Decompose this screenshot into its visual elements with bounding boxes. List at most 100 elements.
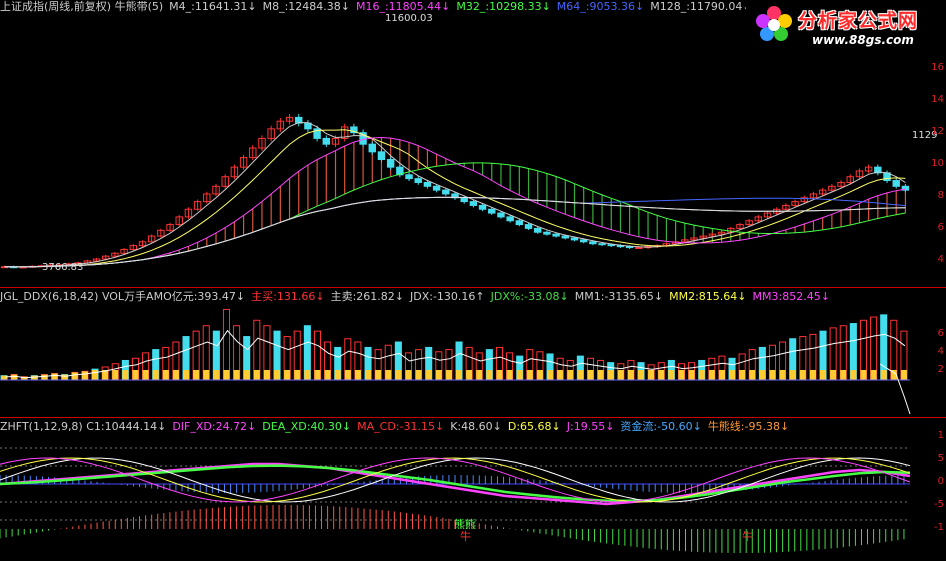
volume-chart[interactable] — [0, 304, 930, 416]
ma-line-m64 — [4, 196, 906, 268]
volume-bar-inner — [617, 370, 624, 380]
volume-bar-inner — [344, 370, 351, 380]
volume-bar-inner — [536, 370, 543, 380]
volume-bar-inner — [496, 370, 503, 380]
volume-bar-inner — [718, 370, 725, 380]
price-chart[interactable] — [0, 14, 930, 282]
volume-bar-inner — [779, 370, 786, 380]
candle-body — [561, 235, 570, 239]
candle-body — [506, 216, 514, 222]
volume-bar-inner — [809, 370, 816, 380]
volume-bar-inner — [61, 374, 68, 380]
volume-bar-inner — [456, 370, 463, 380]
volume-bar-inner — [627, 370, 634, 380]
high-price-label: 11600.03 — [385, 13, 433, 24]
price-header-item: M64_:9053.36↓ — [556, 0, 645, 13]
indicator-line-dea_xd — [0, 464, 911, 503]
volume-bar-inner — [799, 370, 806, 380]
volume-bar-inner — [193, 370, 200, 380]
candle-body — [386, 158, 395, 168]
candle-body — [607, 244, 615, 247]
volume-bar-inner — [435, 370, 442, 380]
volume-bar-inner — [41, 374, 48, 380]
volume-header-item: MM3:852.45↓ — [752, 290, 830, 303]
candle-body — [515, 220, 524, 226]
volume-bar-inner — [820, 370, 827, 380]
volume-bar-inner — [557, 370, 564, 380]
price-axis-tick: 16 — [931, 62, 944, 73]
ma-line-m128 — [4, 196, 906, 268]
volume-bar-inner — [840, 370, 847, 380]
volume-bar-inner — [486, 370, 493, 380]
volume-bar-inner — [405, 370, 412, 380]
volume-bar-inner — [415, 370, 422, 380]
candle-body — [322, 137, 331, 145]
volume-bar-inner — [638, 370, 645, 380]
volume-bar-inner — [789, 370, 796, 380]
volume-header-item: 主买:131.66↓ — [251, 290, 325, 303]
volume-bar-inner — [334, 370, 341, 380]
price-axis-tick: 10 — [931, 158, 944, 169]
volume-bar-inner — [324, 370, 331, 380]
volume-bar-inner — [354, 370, 361, 380]
candle-body — [414, 178, 422, 183]
bull-signal-label-2: 牛 — [742, 530, 753, 543]
volume-bar-inner — [112, 370, 119, 380]
indicator-header: ZHFT(1,12,9,8) C1:10444.14↓ DIF_XD:24.72↓… — [0, 420, 795, 434]
volume-bar-inner — [577, 370, 584, 380]
volume-bar-inner — [142, 370, 149, 380]
price-axis-tick: 8 — [937, 190, 944, 201]
candle-body — [405, 174, 413, 180]
volume-header-item: MM2:815.64↓ — [669, 290, 747, 303]
ma-line-m256 — [4, 196, 906, 268]
candle-body — [442, 189, 450, 195]
candle-body — [589, 241, 597, 245]
volume-bar-inner — [284, 370, 291, 380]
volume-bar-inner — [678, 370, 685, 380]
divider-1 — [0, 287, 946, 288]
volume-bar-inner — [607, 370, 614, 380]
price-header-item: M16_:11805.44↓ — [355, 0, 451, 13]
candle-body — [478, 204, 487, 210]
volume-bar-inner — [51, 373, 58, 380]
volume-bar-inner — [314, 370, 321, 380]
volume-bar-inner — [31, 375, 38, 380]
low-price-label: 3766.83 — [42, 262, 84, 273]
volume-bar-inner — [294, 370, 301, 380]
volume-bar-inner — [92, 370, 99, 380]
volume-axis-tick: 6 — [937, 328, 944, 339]
divider-2 — [0, 417, 946, 418]
volume-bar-inner — [759, 370, 766, 380]
volume-bar-inner — [395, 370, 402, 380]
price-axis-tick: 14 — [931, 94, 944, 105]
volume-bar-inner — [425, 370, 432, 380]
volume-bar-inner — [203, 370, 210, 380]
volume-bar-inner — [445, 370, 452, 380]
volume-bar-inner — [132, 370, 139, 380]
volume-header-item: JDX%:-33.08↓ — [490, 290, 569, 303]
volume-bar-inner — [526, 370, 533, 380]
volume-bar-inner — [263, 370, 270, 380]
volume-bar-inner — [71, 372, 78, 380]
candle-body — [460, 197, 468, 203]
volume-bar-inner — [1, 375, 8, 380]
indicator-header-item: 资金流:-50.60↓ — [620, 420, 702, 433]
volume-bar-inner — [304, 370, 311, 380]
volume-header-item: MM1:-3135.65↓ — [574, 290, 664, 303]
volume-bar-inner — [122, 370, 129, 380]
volume-bar-inner — [506, 370, 513, 380]
volume-bar-inner — [769, 370, 776, 380]
price-header-item: M32_:10298.33↓ — [456, 0, 551, 13]
indicator-header-item: K:48.60↓ — [450, 420, 502, 433]
indicator-axis-tick: 0 — [937, 476, 944, 487]
price-header-item: M8_:12484.38↓ — [262, 0, 350, 13]
volume-bar-inner — [274, 370, 281, 380]
volume-bar — [222, 308, 231, 381]
volume-bar-inner — [900, 370, 907, 380]
volume-bar-inner — [870, 370, 877, 380]
volume-bar-inner — [658, 370, 665, 380]
volume-bar-inner — [375, 370, 382, 380]
candle-body — [598, 243, 606, 246]
volume-bar-inner — [466, 370, 473, 380]
volume-bar-inner — [567, 370, 574, 380]
